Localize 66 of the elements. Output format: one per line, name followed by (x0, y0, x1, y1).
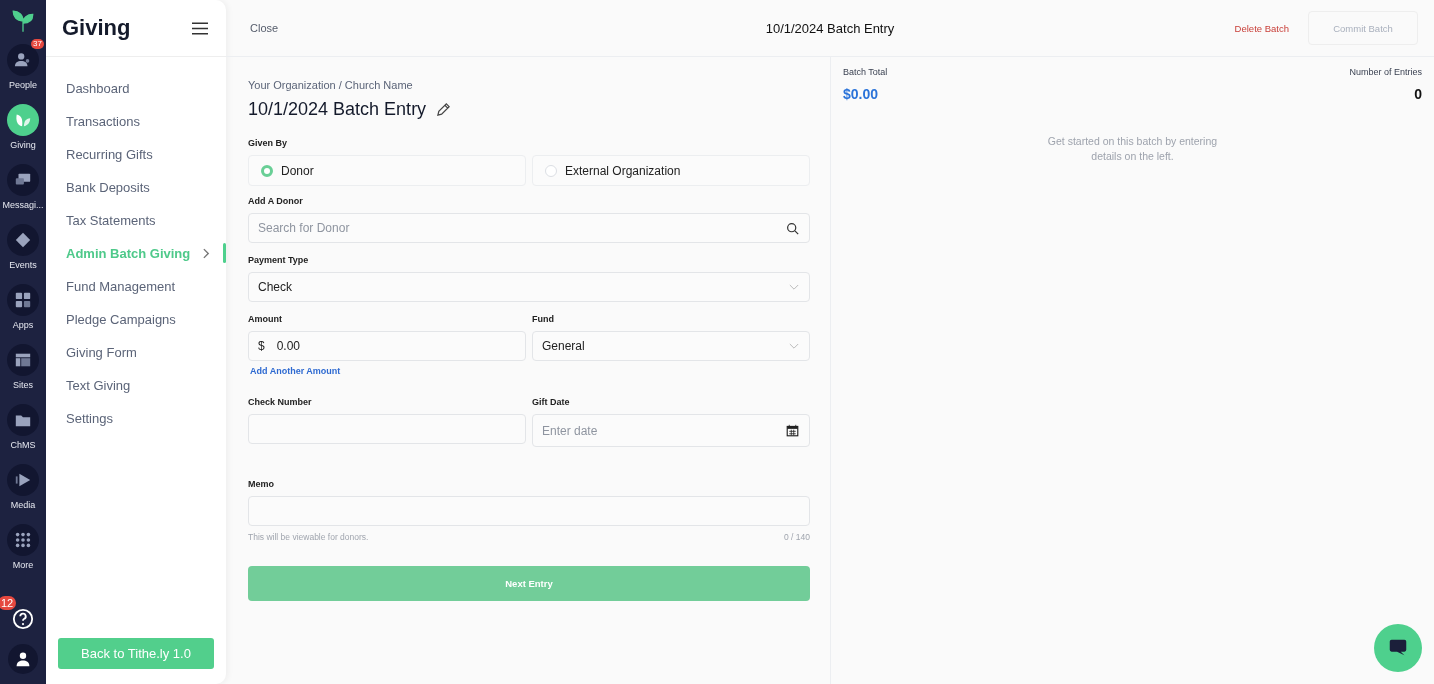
chat-button[interactable] (1374, 624, 1422, 672)
rail-item[interactable]: Sites (0, 339, 46, 399)
batch-total: $0.00 (843, 86, 880, 102)
leaf-logo-icon (10, 8, 36, 34)
profile-avatar[interactable] (8, 644, 38, 674)
payment-type-select[interactable]: Check (248, 272, 810, 302)
field-label: Add A Donor (248, 196, 304, 206)
sidebar-item[interactable]: Fund Management (46, 270, 226, 303)
field-label: Fund (532, 314, 555, 324)
rail-item[interactable]: Events (0, 219, 46, 279)
help-icon[interactable] (12, 608, 34, 630)
rail-item[interactable]: Apps (0, 279, 46, 339)
sidebar-item[interactable]: Tax Statements (46, 204, 226, 237)
grid-icon (14, 291, 32, 309)
fund-select[interactable]: General (532, 331, 810, 361)
menu-icon[interactable] (192, 21, 208, 35)
entries-count: 0 (1414, 86, 1422, 102)
memo-hint: This will be viewable for donors. (248, 532, 369, 542)
memo-field[interactable] (248, 496, 810, 526)
delete-batch-link[interactable]: Delete Batch (1234, 22, 1289, 34)
sidebar-item[interactable]: Transactions (46, 105, 226, 138)
sidebar-item[interactable]: Recurring Gifts (46, 138, 226, 171)
radio-option[interactable]: External Organization (532, 155, 810, 186)
field-label: Gift Date (532, 397, 571, 407)
notification-badge: 12 (0, 596, 17, 610)
batch-title: 10/1/2024 Batch Entry (248, 99, 427, 120)
chevron-down-icon (789, 283, 799, 291)
field-label: Check Number (248, 397, 313, 407)
rail-item[interactable]: Media (0, 459, 46, 519)
field-label: Payment Type (248, 255, 310, 265)
rail-item[interactable]: Giving (0, 99, 46, 159)
field-label: Amount (248, 314, 283, 324)
sidebar-item[interactable]: Pledge Campaigns (46, 303, 226, 336)
sidebar-item[interactable]: Bank Deposits (46, 171, 226, 204)
check-number-field[interactable] (248, 414, 526, 444)
sidebar-item[interactable]: Dashboard (46, 72, 226, 105)
close-link[interactable]: Close (250, 22, 279, 34)
page-title: 10/1/2024 Batch Entry (765, 20, 895, 36)
batch-total-label: Batch Total (843, 67, 888, 77)
field-label: Memo (248, 479, 275, 489)
pencil-icon[interactable] (436, 102, 452, 117)
notification-badge: 37 (31, 39, 44, 49)
sidebar-item[interactable]: Giving Form (46, 336, 226, 369)
search-icon (786, 221, 799, 235)
character-counter: 0 / 140 (784, 532, 810, 542)
sidebar-item[interactable]: Settings (46, 402, 226, 435)
calendar-icon (786, 424, 799, 437)
dots-grid-icon (14, 531, 32, 549)
radio-option[interactable]: Donor (248, 155, 526, 186)
sidebar-item[interactable]: Text Giving (46, 369, 226, 402)
layout-icon (14, 351, 32, 369)
field-label: Given By (248, 138, 288, 148)
amount-field[interactable]: $ 0.00 (248, 331, 526, 361)
rail-item[interactable]: Messagi... (0, 159, 46, 219)
add-amount-link[interactable]: Add Another Amount (250, 366, 810, 376)
breadcrumb: Your Organization / Church Name (248, 79, 414, 91)
people-icon (14, 51, 32, 69)
play-icon (14, 471, 32, 489)
rail-item[interactable]: 37 People (0, 39, 46, 99)
rail-item[interactable]: ChMS (0, 399, 46, 459)
chevron-right-icon (203, 248, 210, 259)
chevron-down-icon (789, 342, 799, 350)
entries-label: Number of Entries (1349, 67, 1422, 77)
sidebar-title: Giving (62, 15, 131, 41)
rail-item[interactable]: More (0, 519, 46, 579)
empty-message: Get started on this batch by entering details on the left. (1046, 134, 1219, 165)
